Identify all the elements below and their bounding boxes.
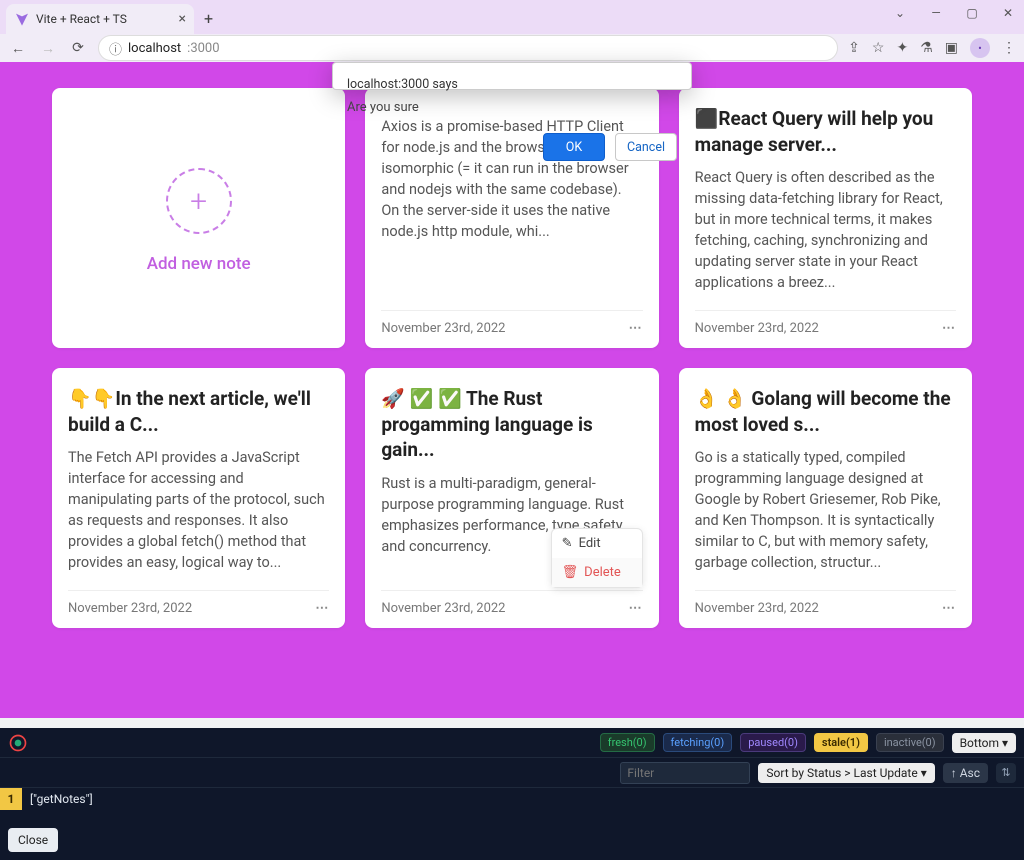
note-date: November 23rd, 2022 — [695, 321, 819, 336]
note-card: ⬛React Query will help you manage server… — [679, 88, 972, 348]
react-query-devtools: fresh(0) fetching(0) paused(0) stale(1) … — [0, 728, 1024, 860]
note-title: 🚀 ✅ ✅ The Rust progamming language is ga… — [381, 386, 642, 463]
note-context-menu: ✎ Edit 🗑 Delete — [551, 528, 643, 588]
note-footer: November 23rd, 2022 ⋯ — [695, 310, 956, 336]
extensions-icon[interactable]: ✦ — [896, 40, 908, 56]
note-card: Axios is a promise-based HTTP Client for… — [365, 88, 658, 348]
url-input[interactable]: ⓘ localhost :3000 — [98, 35, 838, 61]
devtools-close-button[interactable]: Close — [8, 828, 58, 852]
pill-fetching[interactable]: fetching(0) — [663, 733, 733, 752]
note-menu-icon[interactable]: ⋯ — [629, 321, 643, 336]
url-port: :3000 — [187, 41, 219, 56]
vite-favicon-icon — [14, 11, 30, 27]
note-footer: November 23rd, 2022 ⋯ — [695, 590, 956, 616]
note-menu-icon[interactable]: ⋯ — [942, 601, 956, 616]
kebab-menu-icon[interactable]: ⋮ — [1002, 40, 1016, 56]
note-body: React Query is often described as the mi… — [695, 167, 956, 300]
profile-avatar[interactable]: • — [970, 38, 990, 58]
reload-button[interactable]: ⟳ — [68, 40, 88, 56]
note-date: November 23rd, 2022 — [381, 321, 505, 336]
close-tab-icon[interactable]: × — [179, 11, 186, 27]
toolbar-icons: ⇪ ☆ ✦ ⚗ ▣ • ⋮ — [848, 38, 1016, 58]
alert-message: Are you sure — [347, 100, 677, 115]
note-footer: November 23rd, 2022 ⋯ — [381, 310, 642, 336]
alert-cancel-button[interactable]: Cancel — [615, 133, 677, 161]
devtools-top-bar: fresh(0) fetching(0) paused(0) stale(1) … — [0, 728, 1024, 758]
note-date: November 23rd, 2022 — [68, 601, 192, 616]
add-note-label: Add new note — [147, 254, 251, 274]
note-title: 👌 👌 Golang will become the most loved s.… — [695, 386, 956, 437]
add-note-card[interactable]: + Add new note — [52, 88, 345, 348]
note-body: Go is a statically typed, compiled progr… — [695, 447, 956, 580]
labs-icon[interactable]: ⚗ — [920, 40, 933, 56]
devtools-query-list: 1 ["getNotes"] — [0, 788, 1024, 810]
note-date: November 23rd, 2022 — [695, 601, 819, 616]
context-menu-delete[interactable]: 🗑 Delete — [552, 558, 642, 587]
alert-ok-button[interactable]: OK — [543, 133, 605, 161]
note-menu-icon[interactable]: ⋯ — [942, 321, 956, 336]
note-date: November 23rd, 2022 — [381, 601, 505, 616]
bookmark-icon[interactable]: ☆ — [872, 40, 885, 56]
query-key: ["getNotes"] — [22, 792, 93, 806]
note-card: 🚀 ✅ ✅ The Rust progamming language is ga… — [365, 368, 658, 628]
trash-icon: 🗑 — [562, 565, 579, 580]
browser-tab[interactable]: Vite + React + TS × — [6, 4, 194, 34]
url-host: localhost — [128, 41, 181, 56]
note-title: 👇👇In the next article, we'll build a C..… — [68, 386, 329, 437]
note-footer: November 23rd, 2022 ⋯ — [381, 590, 642, 616]
pencil-icon: ✎ — [562, 536, 573, 551]
note-menu-icon[interactable]: ⋯ — [315, 601, 329, 616]
forward-button[interactable]: → — [38, 40, 58, 57]
tab-strip: Vite + React + TS × + ⌄ — ▢ ✕ — [0, 0, 1024, 34]
address-bar: ← → ⟳ ⓘ localhost :3000 ⇪ ☆ ✦ ⚗ ▣ • ⋮ — [0, 34, 1024, 62]
pill-fresh[interactable]: fresh(0) — [600, 733, 655, 752]
note-card: 👇👇In the next article, we'll build a C..… — [52, 368, 345, 628]
note-footer: November 23rd, 2022 ⋯ — [68, 590, 329, 616]
tab-title: Vite + React + TS — [36, 12, 127, 26]
window-collapse-icon[interactable]: ⌄ — [892, 6, 908, 20]
context-menu-delete-label: Delete — [584, 565, 621, 580]
new-tab-button[interactable]: + — [204, 9, 213, 28]
plus-icon[interactable]: + — [166, 168, 232, 234]
react-query-logo-icon — [8, 733, 28, 753]
devtools-filter-input[interactable] — [620, 762, 750, 784]
sort-direction-button[interactable]: ↑ Asc — [943, 763, 988, 783]
share-icon[interactable]: ⇪ — [848, 40, 860, 56]
query-observer-count: 1 — [0, 788, 22, 810]
position-dropdown[interactable]: Bottom ▾ — [952, 733, 1016, 753]
note-menu-icon[interactable]: ⋯ — [629, 601, 643, 616]
context-menu-edit[interactable]: ✎ Edit — [552, 529, 642, 558]
devtools-filter-bar: Sort by Status > Last Update ▾ ↑ Asc ⇅ — [0, 758, 1024, 788]
note-body: The Fetch API provides a JavaScript inte… — [68, 447, 329, 580]
site-info-icon[interactable]: ⓘ — [109, 39, 122, 58]
pill-stale[interactable]: stale(1) — [814, 733, 868, 752]
window-controls: ⌄ — ▢ ✕ — [892, 6, 1016, 20]
context-menu-edit-label: Edit — [579, 536, 601, 551]
back-button[interactable]: ← — [8, 40, 28, 57]
window-minimize-icon[interactable]: — — [928, 6, 944, 20]
js-confirm-dialog: localhost:3000 says Are you sure OK Canc… — [332, 62, 692, 90]
note-card: 👌 👌 Golang will become the most loved s.… — [679, 368, 972, 628]
window-maximize-icon[interactable]: ▢ — [964, 6, 980, 20]
network-status-icon[interactable]: ⇅ — [996, 763, 1016, 783]
pill-paused[interactable]: paused(0) — [740, 733, 806, 752]
devtools-query-row[interactable]: 1 ["getNotes"] — [0, 788, 1024, 810]
alert-source: localhost:3000 says — [347, 77, 677, 92]
pill-inactive[interactable]: inactive(0) — [876, 733, 944, 752]
panel-icon[interactable]: ▣ — [945, 40, 958, 56]
note-title: ⬛React Query will help you manage server… — [695, 106, 956, 157]
browser-chrome: Vite + React + TS × + ⌄ — ▢ ✕ ← → ⟳ ⓘ lo… — [0, 0, 1024, 62]
sort-dropdown[interactable]: Sort by Status > Last Update ▾ — [758, 763, 934, 783]
window-close-icon[interactable]: ✕ — [1000, 6, 1016, 20]
